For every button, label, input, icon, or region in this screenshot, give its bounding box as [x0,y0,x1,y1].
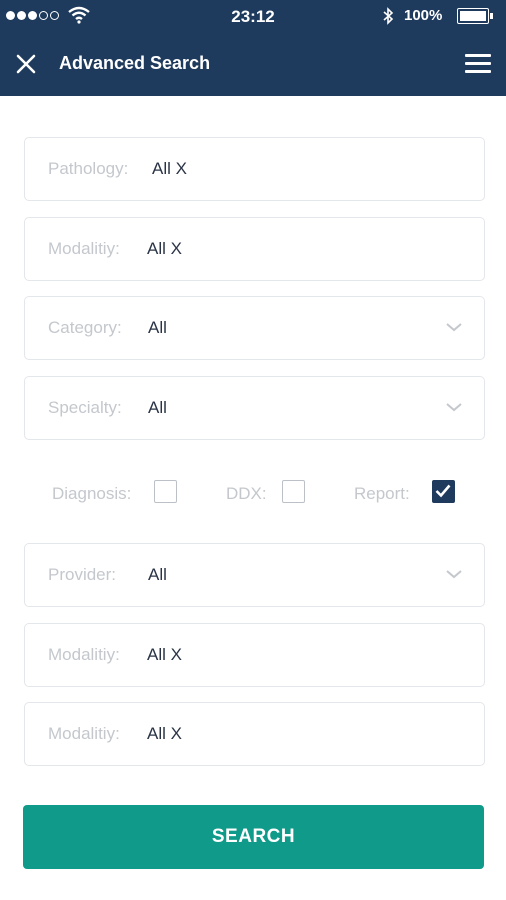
diagnosis-label: Diagnosis: [52,484,132,503]
report-checkbox[interactable] [432,480,455,503]
search-button[interactable]: SEARCH [23,805,484,869]
close-button[interactable] [14,52,38,76]
diagnosis-checkbox[interactable] [154,480,177,503]
field-label: Pathology: [48,159,129,178]
field-label: Modalitiy: [48,239,120,258]
pathology-field[interactable]: Pathology: All X [24,137,485,201]
modality-field[interactable]: Modalitiy: All X [24,217,485,281]
checkmark-icon [435,484,451,498]
bluetooth-icon [383,7,394,25]
hamburger-menu-button[interactable] [465,54,491,74]
field-label: Modalitiy: [48,724,120,743]
chevron-down-icon [446,570,462,579]
field-label: Category: [48,318,122,337]
page-title: Advanced Search [59,53,211,73]
battery-icon [457,8,493,24]
modality-field[interactable]: Modalitiy: All X [24,702,485,766]
status-bar: 23:12 100% [0,0,506,32]
field-label: Specialty: [48,398,122,417]
chevron-down-icon [446,403,462,412]
report-label: Report: [354,484,410,503]
close-icon [16,54,36,74]
field-label: Provider: [48,565,117,584]
field-value: All [148,398,167,417]
category-dropdown[interactable]: Category: All [24,296,485,360]
field-value: All X [147,645,182,664]
provider-dropdown[interactable]: Provider: All [24,543,485,607]
battery-percentage: 100% [404,7,443,24]
ddx-label: DDX: [226,484,267,503]
field-value: All X [147,724,182,743]
app-header: Advanced Search [0,32,506,96]
modality-field[interactable]: Modalitiy: All X [24,623,485,687]
specialty-dropdown[interactable]: Specialty: All [24,376,485,440]
field-value: All X [147,239,182,258]
field-label: Modalitiy: [48,645,120,664]
field-value: All X [152,159,187,178]
chevron-down-icon [446,323,462,332]
filter-checkboxes: Diagnosis: DDX: Report: [0,478,506,508]
ddx-checkbox[interactable] [282,480,305,503]
field-value: All [148,565,167,584]
field-value: All [148,318,167,337]
